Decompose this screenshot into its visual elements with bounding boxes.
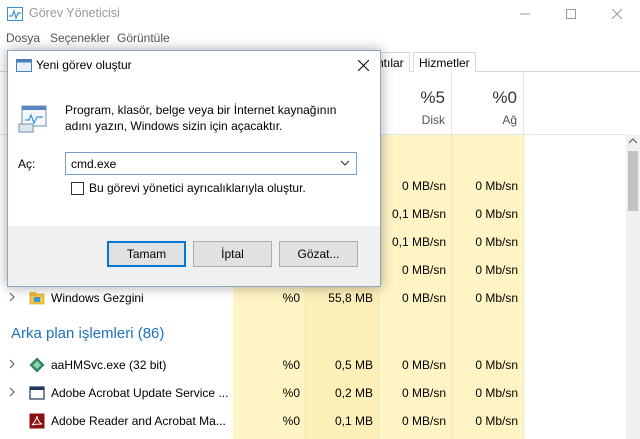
row-memory: 0,2 MB [334, 386, 373, 400]
process-name: Windows Gezgini [51, 291, 144, 305]
folder-icon [29, 292, 45, 305]
dialog-title: Yeni görev oluştur [36, 58, 132, 72]
close-window-button[interactable] [594, 0, 640, 28]
row-memory: 0,1 MB [334, 414, 373, 428]
row-network: 0 Mb/sn [475, 358, 518, 372]
row-network: 0 Mb/sn [475, 414, 518, 428]
disk-percent: %5 [420, 88, 445, 107]
row-network: 0 Mb/sn [475, 291, 518, 305]
ok-button[interactable]: Tamam [107, 241, 186, 267]
service-diamond-icon [29, 357, 45, 373]
admin-privileges-label[interactable]: Bu görevi yönetici ayrıcalıklarıyla oluş… [89, 181, 306, 195]
disk-label: Disk [421, 113, 445, 127]
browse-button[interactable]: Gözat... [279, 241, 358, 267]
chevron-down-icon[interactable] [340, 160, 350, 167]
table-row[interactable]: aaHMSvc.exe (32 bit) %0 0,5 MB 0 MB/sn 0… [0, 351, 626, 379]
cancel-button[interactable]: İptal [193, 241, 272, 267]
dialog-close-button[interactable] [352, 55, 376, 77]
chevron-right-icon[interactable] [8, 387, 16, 397]
run-dialog-icon [16, 59, 32, 72]
window-title: Görev Yöneticisi [29, 6, 120, 20]
row-memory: 0,5 MB [334, 358, 373, 372]
menu-bar: Dosya Seçenekler Görüntüle [0, 28, 640, 48]
row-network: 0 Mb/sn [475, 263, 518, 277]
section-title-background: Arka plan işlemleri (86) [11, 325, 165, 342]
process-name: Adobe Reader and Acrobat Ma... [51, 414, 226, 428]
scrollbar-thumb[interactable] [628, 151, 638, 211]
row-disk: 0 MB/sn [401, 263, 446, 277]
minimize-icon [520, 13, 530, 15]
row-memory: 55,8 MB [328, 291, 373, 305]
maximize-icon [566, 9, 576, 19]
run-program-icon [18, 105, 47, 133]
admin-privileges-checkbox[interactable] [71, 182, 84, 195]
column-header-empty [523, 72, 626, 134]
chevron-right-icon[interactable] [8, 292, 16, 302]
task-manager-titlebar: Görev Yöneticisi [0, 0, 640, 28]
column-header-disk[interactable]: %5 Disk [378, 72, 451, 134]
tab-services[interactable]: Hizmetler [413, 52, 476, 72]
open-label: Aç: [18, 157, 36, 171]
process-name: aaHMSvc.exe (32 bit) [51, 358, 167, 372]
row-network: 0 Mb/sn [475, 235, 518, 249]
row-disk: 0 MB/sn [401, 358, 446, 372]
table-row[interactable]: Adobe Reader and Acrobat Ma... %0 0,1 MB… [0, 407, 626, 435]
menu-options[interactable]: Seçenekler [50, 31, 110, 45]
row-cpu: %0 [282, 386, 300, 400]
process-name: Adobe Acrobat Update Service ... [51, 386, 229, 400]
table-row[interactable]: Adobe Acrobat Update Service ... %0 0,2 … [0, 379, 626, 407]
row-network: 0 Mb/sn [475, 386, 518, 400]
maximize-button[interactable] [548, 0, 594, 28]
open-input-value[interactable]: cmd.exe [71, 157, 116, 171]
vertical-scrollbar[interactable] [626, 135, 640, 439]
row-disk: 0,1 MB/sn [391, 235, 446, 249]
open-combobox[interactable]: cmd.exe [65, 152, 357, 175]
row-cpu: %0 [282, 291, 300, 305]
dialog-body: Program, klasör, belge veya bir İnternet… [8, 80, 380, 226]
minimize-button[interactable] [502, 0, 548, 28]
table-row-explorer[interactable]: Windows Gezgini %0 55,8 MB 0 MB/sn 0 Mb/… [0, 284, 626, 312]
task-manager-icon [7, 7, 23, 21]
scroll-up-icon[interactable] [629, 138, 637, 144]
close-icon [612, 9, 622, 19]
window-app-icon [29, 386, 45, 400]
row-network: 0 Mb/sn [475, 207, 518, 221]
run-dialog: Yeni görev oluştur Program, klasör, belg… [7, 50, 381, 287]
row-cpu: %0 [282, 414, 300, 428]
close-icon [358, 60, 369, 71]
row-disk: 0,1 MB/sn [391, 207, 446, 221]
dialog-footer: Tamam İptal Gözat... [8, 226, 380, 286]
chevron-right-icon[interactable] [8, 359, 16, 369]
row-cpu: %0 [282, 358, 300, 372]
column-header-network[interactable]: %0 Ağ [451, 72, 523, 134]
network-percent: %0 [492, 88, 517, 107]
row-disk: 0 MB/sn [401, 179, 446, 193]
acrobat-icon [29, 413, 45, 429]
dialog-description: Program, klasör, belge veya bir İnternet… [65, 103, 337, 133]
row-network: 0 Mb/sn [475, 179, 518, 193]
row-disk: 0 MB/sn [401, 414, 446, 428]
menu-file[interactable]: Dosya [6, 31, 40, 45]
row-disk: 0 MB/sn [401, 386, 446, 400]
menu-view[interactable]: Görüntüle [117, 31, 170, 45]
row-disk: 0 MB/sn [401, 291, 446, 305]
network-label: Ağ [502, 113, 517, 127]
